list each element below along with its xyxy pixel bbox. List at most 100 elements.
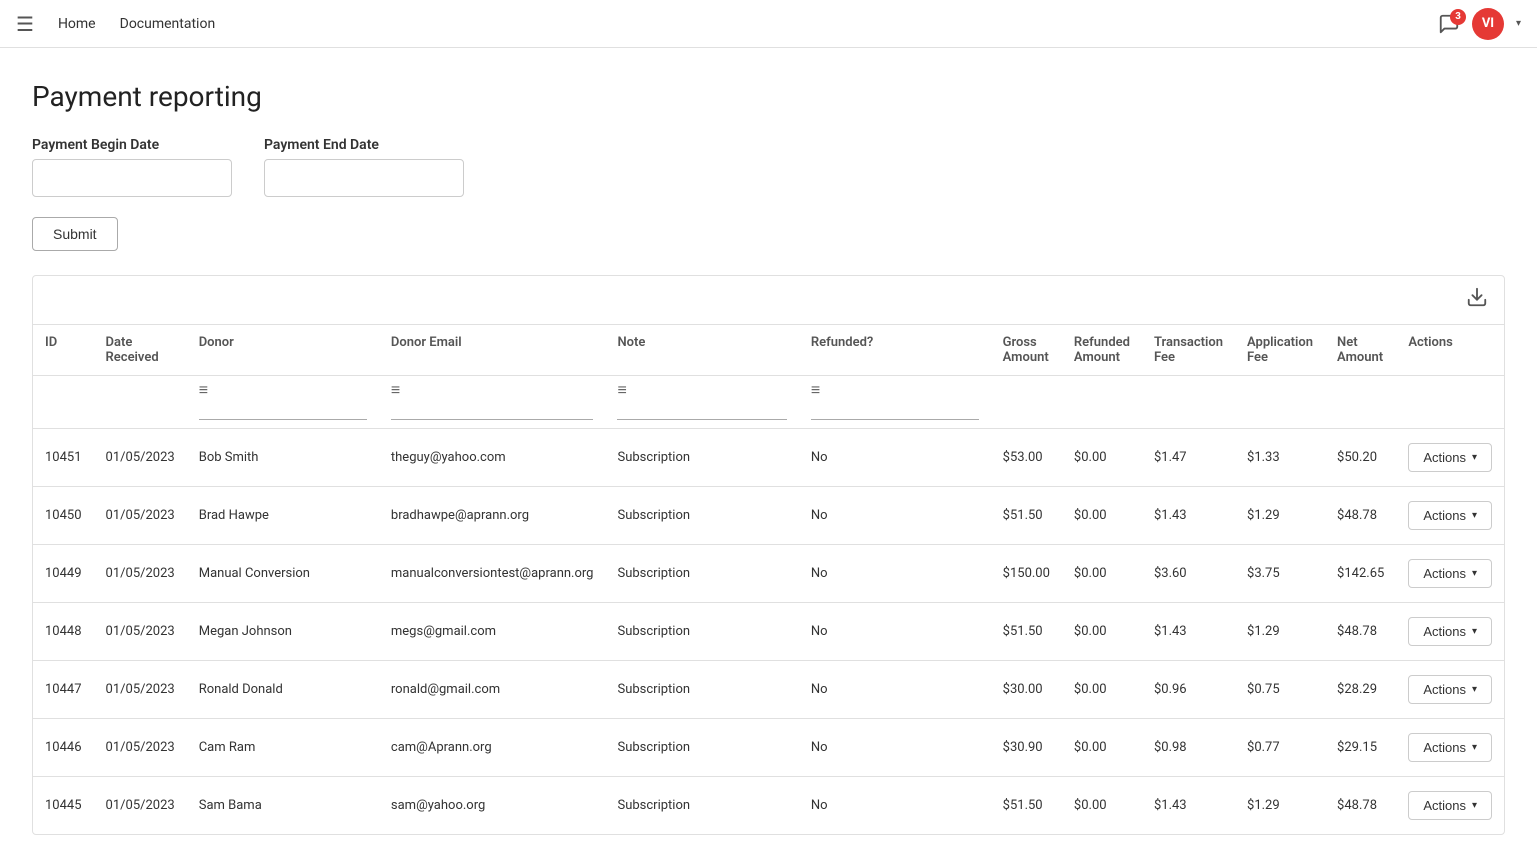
cell-note: Subscription bbox=[605, 661, 798, 719]
cell-id: 10445 bbox=[33, 777, 94, 835]
cell-txn-fee: $0.96 bbox=[1142, 661, 1235, 719]
cell-net: $50.20 bbox=[1325, 429, 1396, 487]
actions-button[interactable]: Actions ▾ bbox=[1408, 733, 1492, 762]
refunded-filter-input[interactable] bbox=[811, 400, 979, 420]
actions-caret-icon: ▾ bbox=[1472, 568, 1477, 579]
cell-id: 10450 bbox=[33, 487, 94, 545]
cell-actions: Actions ▾ bbox=[1396, 777, 1504, 835]
actions-button[interactable]: Actions ▾ bbox=[1408, 675, 1492, 704]
cell-refunded: No bbox=[799, 487, 991, 545]
cell-email: ronald@gmail.com bbox=[379, 661, 606, 719]
cell-app-fee: $3.75 bbox=[1235, 545, 1325, 603]
cell-note: Subscription bbox=[605, 603, 798, 661]
cell-email: megs@gmail.com bbox=[379, 603, 606, 661]
refunded-filter-icon[interactable]: ≡ bbox=[811, 380, 820, 399]
cell-net: $48.78 bbox=[1325, 487, 1396, 545]
actions-caret-icon: ▾ bbox=[1472, 800, 1477, 811]
cell-actions: Actions ▾ bbox=[1396, 429, 1504, 487]
actions-label: Actions bbox=[1423, 682, 1466, 697]
cell-donor: Ronald Donald bbox=[187, 661, 379, 719]
cell-net: $29.15 bbox=[1325, 719, 1396, 777]
donor-filter-input[interactable] bbox=[199, 400, 367, 420]
note-filter-icon[interactable]: ≡ bbox=[617, 380, 626, 399]
cell-txn-fee: $1.43 bbox=[1142, 603, 1235, 661]
cell-txn-fee: $1.47 bbox=[1142, 429, 1235, 487]
actions-caret-icon: ▾ bbox=[1472, 510, 1477, 521]
actions-button[interactable]: Actions ▾ bbox=[1408, 443, 1492, 472]
cell-refunded: No bbox=[799, 545, 991, 603]
actions-caret-icon: ▾ bbox=[1472, 742, 1477, 753]
cell-app-fee: $0.75 bbox=[1235, 661, 1325, 719]
cell-id: 10449 bbox=[33, 545, 94, 603]
filter-date bbox=[94, 376, 187, 429]
notification-button[interactable]: 3 bbox=[1438, 13, 1460, 35]
table-row: 10450 01/05/2023 Brad Hawpe bradhawpe@ap… bbox=[33, 487, 1504, 545]
submit-button[interactable]: Submit bbox=[32, 217, 118, 251]
cell-gross: $51.50 bbox=[991, 487, 1062, 545]
cell-refunded-amt: $0.00 bbox=[1062, 603, 1142, 661]
end-date-input[interactable] bbox=[264, 159, 464, 197]
actions-label: Actions bbox=[1423, 798, 1466, 813]
cell-actions: Actions ▾ bbox=[1396, 487, 1504, 545]
col-date: DateReceived bbox=[94, 325, 187, 376]
cell-date: 01/05/2023 bbox=[94, 429, 187, 487]
table-toolbar bbox=[33, 276, 1504, 325]
actions-button[interactable]: Actions ▾ bbox=[1408, 501, 1492, 530]
top-navigation: ☰ Home Documentation 3 VI ▾ bbox=[0, 0, 1537, 48]
filter-row: ≡ ≡ ≡ ≡ bbox=[33, 376, 1504, 429]
note-filter-input[interactable] bbox=[617, 400, 786, 420]
cell-id: 10448 bbox=[33, 603, 94, 661]
table-row: 10448 01/05/2023 Megan Johnson megs@gmai… bbox=[33, 603, 1504, 661]
actions-button[interactable]: Actions ▾ bbox=[1408, 559, 1492, 588]
col-email: Donor Email bbox=[379, 325, 606, 376]
filter-txn-fee bbox=[1142, 376, 1235, 429]
col-txn-fee: TransactionFee bbox=[1142, 325, 1235, 376]
payment-table: ID DateReceived Donor Donor Email Note R… bbox=[33, 325, 1504, 834]
avatar[interactable]: VI bbox=[1472, 8, 1504, 40]
cell-txn-fee: $1.43 bbox=[1142, 777, 1235, 835]
cell-donor: Manual Conversion bbox=[187, 545, 379, 603]
avatar-dropdown-icon[interactable]: ▾ bbox=[1516, 18, 1521, 29]
filter-net bbox=[1325, 376, 1396, 429]
col-actions: Actions bbox=[1396, 325, 1504, 376]
cell-net: $142.65 bbox=[1325, 545, 1396, 603]
cell-donor: Sam Bama bbox=[187, 777, 379, 835]
cell-date: 01/05/2023 bbox=[94, 603, 187, 661]
download-button[interactable] bbox=[1466, 286, 1488, 314]
filter-refunded-amt bbox=[1062, 376, 1142, 429]
cell-net: $28.29 bbox=[1325, 661, 1396, 719]
nav-home-link[interactable]: Home bbox=[58, 16, 96, 32]
filter-gross bbox=[991, 376, 1062, 429]
cell-refunded: No bbox=[799, 661, 991, 719]
payment-table-container: ID DateReceived Donor Donor Email Note R… bbox=[32, 275, 1505, 835]
donor-filter-icon[interactable]: ≡ bbox=[199, 380, 208, 399]
cell-actions: Actions ▾ bbox=[1396, 603, 1504, 661]
table-row: 10449 01/05/2023 Manual Conversion manua… bbox=[33, 545, 1504, 603]
cell-app-fee: $1.29 bbox=[1235, 603, 1325, 661]
cell-gross: $150.00 bbox=[991, 545, 1062, 603]
cell-app-fee: $1.29 bbox=[1235, 777, 1325, 835]
cell-net: $48.78 bbox=[1325, 777, 1396, 835]
hamburger-icon[interactable]: ☰ bbox=[16, 12, 34, 36]
cell-id: 10451 bbox=[33, 429, 94, 487]
filter-email: ≡ bbox=[379, 376, 606, 429]
cell-note: Subscription bbox=[605, 545, 798, 603]
nav-docs-link[interactable]: Documentation bbox=[120, 16, 216, 32]
cell-app-fee: $1.33 bbox=[1235, 429, 1325, 487]
cell-actions: Actions ▾ bbox=[1396, 545, 1504, 603]
actions-button[interactable]: Actions ▾ bbox=[1408, 791, 1492, 820]
actions-button[interactable]: Actions ▾ bbox=[1408, 617, 1492, 646]
filter-donor: ≡ bbox=[187, 376, 379, 429]
cell-refunded-amt: $0.00 bbox=[1062, 777, 1142, 835]
col-note: Note bbox=[605, 325, 798, 376]
cell-id: 10446 bbox=[33, 719, 94, 777]
cell-refunded: No bbox=[799, 719, 991, 777]
cell-date: 01/05/2023 bbox=[94, 719, 187, 777]
cell-date: 01/05/2023 bbox=[94, 487, 187, 545]
col-donor: Donor bbox=[187, 325, 379, 376]
email-filter-icon[interactable]: ≡ bbox=[391, 380, 400, 399]
begin-date-input[interactable] bbox=[32, 159, 232, 197]
email-filter-input[interactable] bbox=[391, 400, 594, 420]
main-content: Payment reporting Payment Begin Date Pay… bbox=[0, 48, 1537, 867]
table-row: 10445 01/05/2023 Sam Bama sam@yahoo.org … bbox=[33, 777, 1504, 835]
